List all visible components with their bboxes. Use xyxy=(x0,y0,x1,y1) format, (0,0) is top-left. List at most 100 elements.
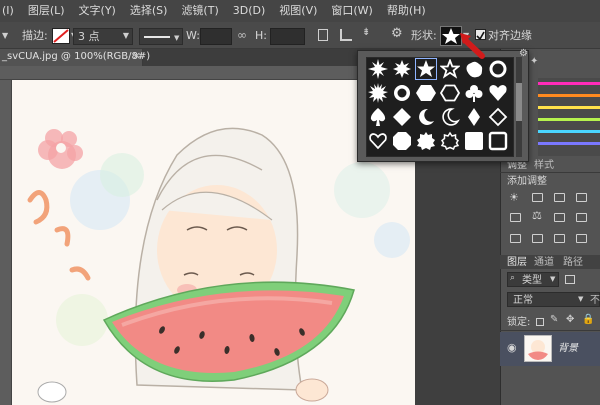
shape-square-outline-icon[interactable] xyxy=(488,131,508,151)
annotation-arrow xyxy=(460,33,485,59)
tab-layers[interactable]: 图层 xyxy=(507,256,527,269)
invert-icon[interactable] xyxy=(532,234,543,243)
menu-item-layer[interactable]: 图层(L) xyxy=(21,0,72,22)
menu-item-image[interactable]: (I) xyxy=(0,0,21,22)
layer-thumbnail xyxy=(524,335,552,362)
path-arrangement-icon[interactable]: ⇟ xyxy=(362,27,376,43)
shape-picker-gear-icon[interactable]: ⚙ xyxy=(519,48,528,59)
path-alignment-icon[interactable] xyxy=(340,29,352,41)
exposure-icon[interactable] xyxy=(576,193,587,202)
shape-star-5-icon[interactable] xyxy=(415,58,437,80)
search-icon: ⌕ xyxy=(510,273,516,283)
chevron-down-icon: ▼ xyxy=(578,295,584,303)
shape-gear-scalloped-icon[interactable] xyxy=(392,83,412,103)
width-field[interactable] xyxy=(200,28,232,45)
shape-heart-icon[interactable] xyxy=(488,83,508,103)
shape-label: 形状: xyxy=(411,29,437,42)
shape-blob-icon[interactable] xyxy=(464,59,484,79)
shape-heart-outline-icon[interactable] xyxy=(368,131,388,151)
shape-octagon-icon[interactable] xyxy=(392,131,412,151)
color-balance-icon[interactable]: ⚖ xyxy=(532,209,542,222)
shape-seal-icon[interactable] xyxy=(416,131,436,151)
chevron-down-icon: ▼ xyxy=(550,275,556,283)
shape-spade-icon[interactable] xyxy=(368,107,388,127)
height-field[interactable] xyxy=(270,28,305,45)
shape-hexagon-icon[interactable] xyxy=(416,83,436,103)
stroke-width-field[interactable]: 3 点 ▼ xyxy=(73,28,133,45)
swatch-bar xyxy=(538,82,600,85)
menu-item-help[interactable]: 帮助(H) xyxy=(380,0,433,22)
shape-square-icon[interactable] xyxy=(464,131,484,151)
layer-filter-dropdown[interactable]: ⌕ 类型 ▼ xyxy=(507,272,559,287)
adjustments-separator xyxy=(500,172,600,173)
swatch-bar xyxy=(538,94,600,97)
close-tab-icon[interactable]: × xyxy=(132,49,141,62)
shape-diamond-outline-icon[interactable] xyxy=(488,107,508,127)
menu-item-window[interactable]: 窗口(W) xyxy=(324,0,379,22)
shape-circle-scalloped-icon[interactable] xyxy=(488,59,508,79)
blend-mode-dropdown[interactable]: 正常 ▼ 不 xyxy=(507,292,600,307)
visibility-eye-icon[interactable]: ◉ xyxy=(507,341,517,354)
tab-paths[interactable]: 路径 xyxy=(563,256,583,269)
shape-starburst-12-icon[interactable] xyxy=(392,59,412,79)
shape-diamond-icon[interactable] xyxy=(392,107,412,127)
layer-row-background[interactable]: ◉ 背景 xyxy=(500,332,600,366)
swatch-bar xyxy=(538,130,600,133)
scrollbar-thumb[interactable] xyxy=(516,83,522,121)
hue-saturation-icon[interactable] xyxy=(554,213,565,222)
shape-hexagon-outline-icon[interactable] xyxy=(440,83,460,103)
lock-all-icon[interactable]: 🔒 xyxy=(582,314,594,325)
link-icon[interactable]: ∞ xyxy=(237,28,247,42)
menu-item-view[interactable]: 视图(V) xyxy=(272,0,324,22)
shape-star-5-outline-icon[interactable] xyxy=(440,59,460,79)
swatch-bar xyxy=(538,142,600,145)
shape-crescent-outline-icon[interactable] xyxy=(440,107,460,127)
panel-menu-icon[interactable]: ✦ xyxy=(530,56,538,67)
lock-transparent-icon[interactable] xyxy=(536,318,544,326)
menu-item-3d[interactable]: 3D(D) xyxy=(226,0,273,22)
levels-icon[interactable] xyxy=(532,193,543,202)
tab-styles[interactable]: 样式 xyxy=(534,159,554,172)
no-color-icon xyxy=(53,29,69,43)
stroke-line-icon: ▼ xyxy=(144,34,180,42)
lock-move-icon[interactable]: ✥ xyxy=(566,314,574,325)
vibrance-icon[interactable] xyxy=(510,213,521,222)
lock-paint-icon[interactable]: ✎ xyxy=(550,314,558,325)
stroke-type-dropdown[interactable]: ▼ xyxy=(139,28,183,45)
gear-icon[interactable]: ⚙ xyxy=(391,26,403,41)
menu-bar: (I) 图层(L) 文字(Y) 选择(S) 滤镜(T) 3D(D) 视图(V) … xyxy=(0,0,600,22)
stroke-width-dropdown-icon[interactable]: ▼ xyxy=(123,31,129,40)
shape-diamond-thin-icon[interactable] xyxy=(464,107,484,127)
brightness-icon[interactable]: ☀ xyxy=(509,191,519,204)
shape-crescent-icon[interactable] xyxy=(416,107,436,127)
threshold-icon[interactable] xyxy=(576,234,587,243)
svg-text:▼: ▼ xyxy=(174,34,180,42)
posterize-icon[interactable] xyxy=(554,234,565,243)
shape-starburst-16-icon[interactable] xyxy=(368,59,388,79)
tab-channels[interactable]: 通道 xyxy=(534,256,554,269)
width-label: W: xyxy=(186,29,200,42)
layer-thumbnail-image xyxy=(528,340,548,360)
lock-label: 锁定: xyxy=(507,317,531,328)
path-operations-icon[interactable] xyxy=(318,29,328,41)
shape-picker-scrollbar[interactable] xyxy=(516,57,522,157)
fill-dropdown-arrow[interactable]: ▼ xyxy=(2,31,8,40)
black-white-icon[interactable] xyxy=(576,213,587,222)
vertical-ruler xyxy=(0,80,12,405)
curves-icon[interactable] xyxy=(554,193,565,202)
layers-separator xyxy=(500,330,600,331)
height-label: H: xyxy=(255,29,267,42)
shape-seal-outline-icon[interactable] xyxy=(440,131,460,151)
shape-starburst-24-icon[interactable] xyxy=(368,83,388,103)
document-tab[interactable]: _svCUA.jpg @ 100%(RGB/8#) × xyxy=(0,49,150,66)
filter-kind-label: 类型 xyxy=(522,275,542,286)
shape-club-icon[interactable] xyxy=(464,83,484,103)
swatch-bar xyxy=(538,106,600,109)
stroke-color-swatch[interactable] xyxy=(52,28,70,44)
menu-item-select[interactable]: 选择(S) xyxy=(123,0,175,22)
layer-filter-image-icon[interactable] xyxy=(565,275,575,284)
gradient-map-icon[interactable] xyxy=(510,234,521,243)
menu-item-filter[interactable]: 滤镜(T) xyxy=(174,0,225,22)
menu-item-type[interactable]: 文字(Y) xyxy=(72,0,123,22)
layer-name: 背景 xyxy=(558,343,578,354)
